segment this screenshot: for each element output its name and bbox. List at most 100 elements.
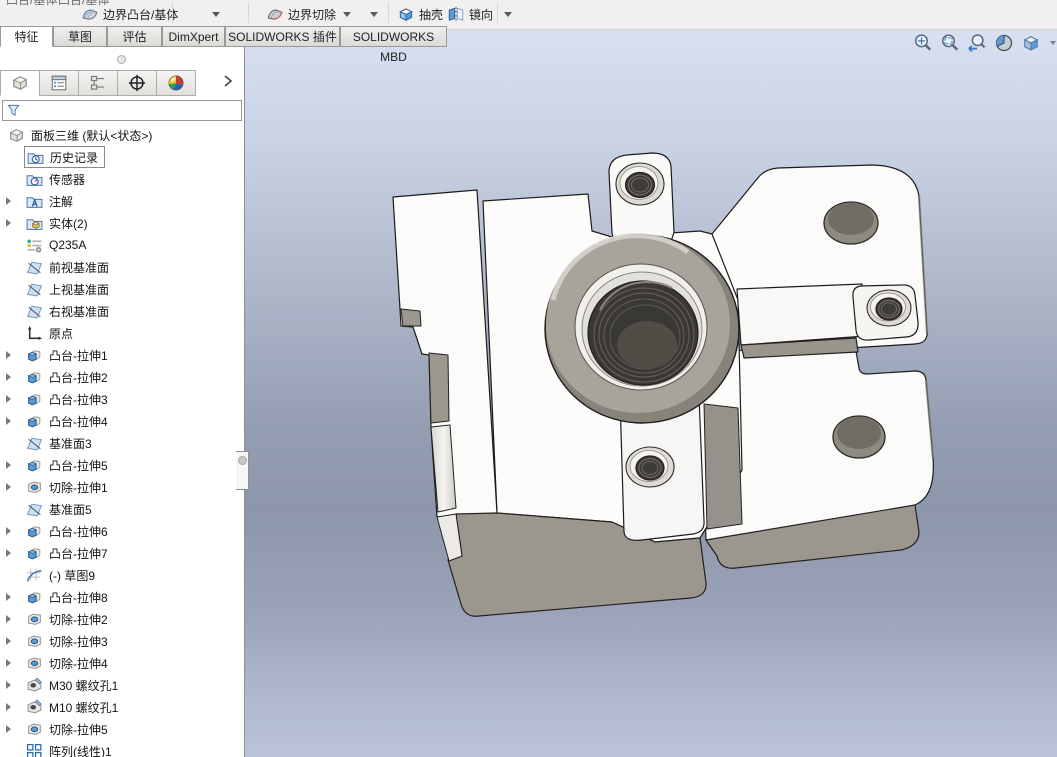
tree-item-body[interactable]: 注解 (24, 191, 79, 211)
tab-features[interactable]: 特征 (0, 26, 53, 47)
expand-arrow-icon[interactable] (6, 593, 11, 601)
tree-item[interactable]: 前视基准面 (0, 256, 243, 278)
tree-item[interactable]: 传感器 (0, 168, 243, 190)
expand-arrow-icon[interactable] (6, 395, 11, 403)
tree-item[interactable]: 切除-拉伸3 (0, 630, 243, 652)
expand-arrow-icon[interactable] (6, 461, 11, 469)
tree-item-body[interactable]: 凸台-拉伸2 (24, 367, 114, 387)
view-orientation-icon[interactable] (1021, 33, 1041, 53)
expand-arrow-icon[interactable] (6, 373, 11, 381)
tree-item-body[interactable]: 面板三维 (默认<状态>) (6, 125, 158, 145)
tree-item-body[interactable]: 凸台-拉伸4 (24, 411, 114, 431)
tree-item-body[interactable]: 前视基准面 (24, 257, 115, 277)
tree-item[interactable]: 凸台-拉伸1 (0, 344, 243, 366)
tree-item-body[interactable]: 切除-拉伸2 (24, 609, 114, 629)
expand-arrow-icon[interactable] (6, 615, 11, 623)
tree-item[interactable]: M30 螺纹孔1 (0, 674, 243, 696)
tree-item[interactable]: 凸台-拉伸5 (0, 454, 243, 476)
tree-item-body[interactable]: 切除-拉伸4 (24, 653, 114, 673)
tree-item-body[interactable]: 阵列(线性)1 (24, 741, 118, 757)
dropdown-caret-icon[interactable] (1050, 41, 1056, 45)
tree-item-body[interactable]: 上视基准面 (24, 279, 115, 299)
tree-item[interactable]: 凸台-拉伸6 (0, 520, 243, 542)
tree-item[interactable]: 凸台-拉伸3 (0, 388, 243, 410)
expand-arrow-icon[interactable] (6, 483, 11, 491)
tree-item-body[interactable]: 凸台-拉伸6 (24, 521, 114, 541)
tree-item[interactable]: 凸台-拉伸4 (0, 410, 243, 432)
expand-arrow-icon[interactable] (6, 417, 11, 425)
tree-item-body[interactable]: 实体(2) (24, 213, 94, 233)
tree-item-body[interactable]: (-) 草图9 (24, 565, 101, 585)
expand-arrow-icon[interactable] (6, 725, 11, 733)
shell-button[interactable]: 抽壳 (397, 3, 443, 25)
tree-item[interactable]: 切除-拉伸2 (0, 608, 243, 630)
tab-solidworks-addins[interactable]: SOLIDWORKS 插件 (225, 26, 340, 47)
tree-item[interactable]: M10 螺纹孔1 (0, 696, 243, 718)
graphics-viewport[interactable] (245, 29, 1057, 757)
tree-item[interactable]: 切除-拉伸1 (0, 476, 243, 498)
tree-item[interactable]: 基准面5 (0, 498, 243, 520)
tree-item-body[interactable]: Q235A (24, 235, 92, 255)
mirror-button[interactable]: 镜向 (447, 3, 493, 25)
expand-arrow-icon[interactable] (6, 197, 11, 205)
tree-item-body[interactable]: M30 螺纹孔1 (24, 675, 124, 695)
3d-model[interactable] (245, 29, 1057, 757)
dropdown-caret-icon[interactable] (504, 12, 512, 17)
tree-item[interactable]: 上视基准面 (0, 278, 243, 300)
tree-item[interactable]: 基准面3 (0, 432, 243, 454)
tree-item-body[interactable]: 凸台-拉伸5 (24, 455, 114, 475)
panel-splitter-handle[interactable] (0, 47, 244, 70)
expand-arrow-icon[interactable] (6, 219, 11, 227)
tree-item[interactable]: 凸台-拉伸8 (0, 586, 243, 608)
tree-item[interactable]: 右视基准面 (0, 300, 243, 322)
zoom-area-icon[interactable] (940, 33, 960, 53)
tree-item[interactable]: Q235A (0, 234, 243, 256)
propertymanager-tab[interactable] (39, 70, 79, 96)
tree-item-body[interactable]: 右视基准面 (24, 301, 115, 321)
tree-item-body[interactable]: M10 螺纹孔1 (24, 697, 124, 717)
displaymanager-tab[interactable] (156, 70, 196, 96)
tree-item-body[interactable]: 切除-拉伸1 (24, 477, 114, 497)
dimxpertmanager-tab[interactable] (117, 70, 157, 96)
expand-arrow-icon[interactable] (6, 351, 11, 359)
tree-item-body[interactable]: 凸台-拉伸8 (24, 587, 114, 607)
dropdown-caret-icon[interactable] (370, 12, 378, 17)
expand-arrow-icon[interactable] (6, 527, 11, 535)
previous-view-icon[interactable] (967, 33, 987, 53)
featuremanager-tab[interactable] (0, 70, 40, 96)
tree-item[interactable]: 凸台-拉伸7 (0, 542, 243, 564)
tree-item-body[interactable]: 切除-拉伸3 (24, 631, 114, 651)
expand-arrow-icon[interactable] (6, 703, 11, 711)
section-view-icon[interactable] (994, 33, 1014, 53)
tree-item[interactable]: 原点 (0, 322, 243, 344)
tree-item-body[interactable]: 基准面5 (24, 499, 98, 519)
zoom-fit-icon[interactable] (913, 33, 933, 53)
boundary-boss-button[interactable]: 边界凸台/基体 (81, 3, 178, 25)
tree-item[interactable]: 历史记录 (0, 146, 243, 168)
expand-arrow-icon[interactable] (6, 549, 11, 557)
tree-item-body[interactable]: 传感器 (24, 169, 91, 189)
tree-item[interactable]: 阵列(线性)1 (0, 740, 243, 757)
tree-item[interactable]: 切除-拉伸5 (0, 718, 243, 740)
tree-item-body[interactable]: 凸台-拉伸3 (24, 389, 114, 409)
expand-arrow-icon[interactable] (6, 659, 11, 667)
tree-item[interactable]: 实体(2) (0, 212, 243, 234)
expand-arrow-icon[interactable] (6, 681, 11, 689)
tree-item-body[interactable]: 切除-拉伸5 (24, 719, 114, 739)
tree-item-body[interactable]: 原点 (24, 323, 79, 343)
tree-root-item[interactable]: 面板三维 (默认<状态>) (0, 124, 243, 146)
configurationmanager-tab[interactable] (78, 70, 118, 96)
tree-item[interactable]: 凸台-拉伸2 (0, 366, 243, 388)
dropdown-caret-icon[interactable] (343, 12, 351, 17)
tree-item-body[interactable]: 凸台-拉伸1 (24, 345, 114, 365)
tab-solidworks-mbd[interactable]: SOLIDWORKS MBD (340, 26, 447, 64)
tree-item-body[interactable]: 历史记录 (24, 146, 106, 168)
tab-dimxpert[interactable]: DimXpert (162, 26, 225, 47)
boundary-cut-button[interactable]: 边界切除 (266, 3, 336, 25)
panel-collapse-handle[interactable] (236, 451, 249, 490)
tab-evaluate[interactable]: 评估 (107, 26, 162, 47)
filter-input[interactable] (25, 102, 241, 119)
tree-filter-box[interactable] (2, 100, 242, 121)
tree-item[interactable]: 注解 (0, 190, 243, 212)
panel-expand-chevron-icon[interactable] (220, 73, 236, 89)
